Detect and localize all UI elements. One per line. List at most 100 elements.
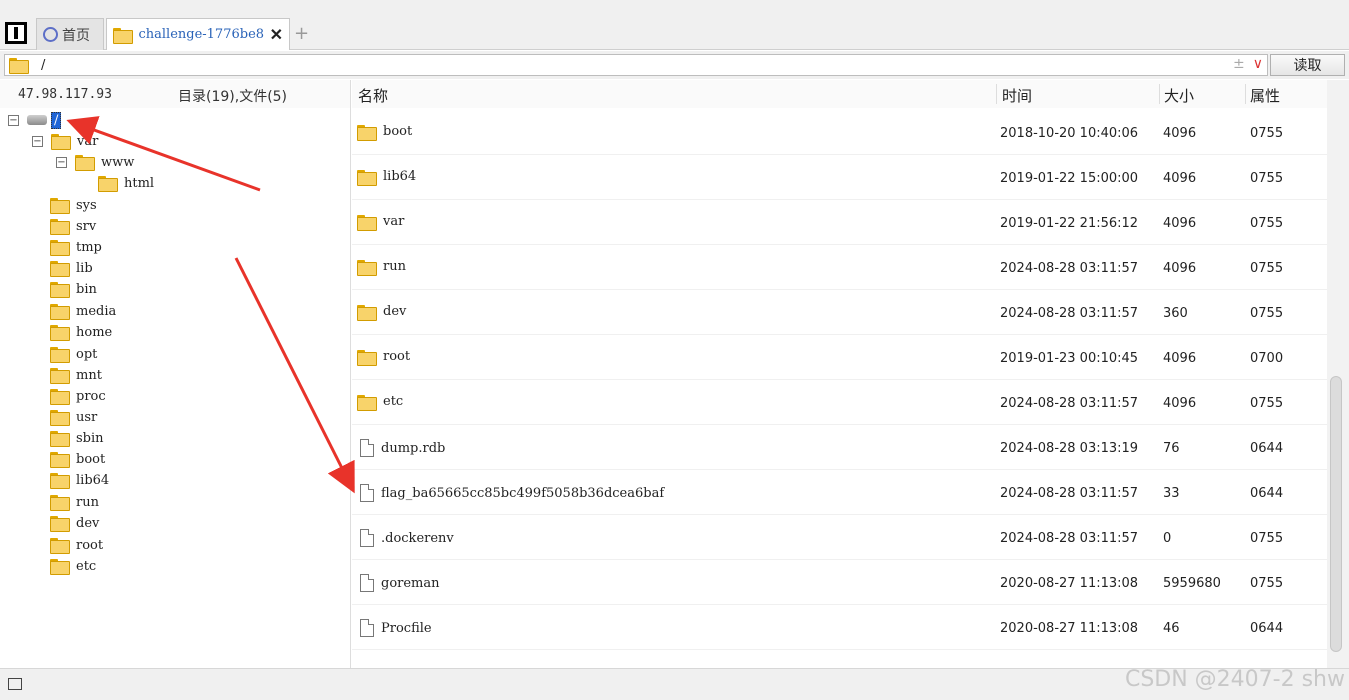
column-divider[interactable] [1245, 84, 1246, 104]
row-name-cell: goreman [357, 574, 440, 592]
tree-node-sbin[interactable]: sbin [50, 428, 104, 448]
tree-node-home[interactable]: home [50, 322, 112, 342]
tree-node-etc[interactable]: etc [50, 556, 96, 576]
dir-file-counts: 目录(19),文件(5) [178, 89, 288, 105]
tab-challenge[interactable]: challenge-1776be8. ✕ [106, 18, 290, 50]
row-name-cell: dev [357, 304, 407, 321]
tab-home-label: 首页 [62, 27, 90, 44]
row-name: run [383, 259, 406, 274]
folder-icon [50, 495, 70, 511]
row-name: goreman [381, 575, 440, 591]
collapse-icon[interactable]: − [32, 135, 43, 147]
row-name-cell: dump.rdb [357, 439, 445, 457]
tree-node-label: sys [76, 197, 97, 213]
tree-node-label: www [101, 154, 135, 170]
folder-icon [50, 473, 70, 489]
collapse-icon[interactable]: − [56, 156, 67, 168]
app-logo-icon[interactable] [5, 22, 27, 44]
tree-node-boot[interactable]: boot [50, 449, 105, 469]
table-row[interactable]: lib64 2019-01-22 15:00:00 4096 0755 [352, 156, 1327, 200]
tree-node-root[interactable]: − / [8, 110, 62, 130]
row-name-cell: .dockerenv [357, 529, 454, 547]
tree-node-www[interactable]: − www [56, 152, 134, 172]
path-dropdown[interactable]: ± ∨ [1233, 56, 1263, 72]
row-time: 2019-01-22 21:56:12 [1000, 216, 1139, 231]
tree-node-lib[interactable]: lib [50, 258, 93, 278]
row-time: 2024-08-28 03:13:19 [1000, 441, 1139, 456]
row-name: lib64 [383, 169, 417, 184]
table-row[interactable]: run 2024-08-28 03:11:57 4096 0755 [352, 246, 1327, 290]
row-time: 2024-08-28 03:11:57 [1000, 261, 1139, 276]
tree-node-root-dir[interactable]: root [50, 535, 103, 555]
row-size: 5959680 [1163, 576, 1221, 591]
add-tab-button[interactable]: + [294, 23, 309, 44]
row-attr: 0700 [1250, 351, 1284, 366]
table-row[interactable]: boot 2018-10-20 10:40:06 4096 0755 [352, 111, 1327, 155]
table-row[interactable]: etc 2024-08-28 03:11:57 4096 0755 [352, 381, 1327, 425]
row-size: 4096 [1163, 261, 1197, 276]
tab-home[interactable]: 首页 [36, 18, 104, 50]
row-size: 360 [1163, 306, 1188, 321]
tree-node-bin[interactable]: bin [50, 279, 97, 299]
row-name: dev [383, 304, 407, 319]
row-name: var [383, 214, 405, 229]
close-icon[interactable]: ✕ [270, 25, 283, 44]
row-time: 2024-08-28 03:11:57 [1000, 486, 1139, 501]
row-attr: 0644 [1250, 441, 1284, 456]
path-input[interactable]: / ± ∨ [4, 54, 1268, 76]
row-name: etc [383, 394, 404, 409]
row-name-cell: etc [357, 394, 404, 411]
table-row[interactable]: Procfile 2020-08-27 11:13:08 46 0644 [352, 606, 1327, 650]
row-time: 2019-01-23 00:10:45 [1000, 351, 1139, 366]
column-divider[interactable] [1159, 84, 1160, 104]
row-name: flag_ba65665cc85bc499f5058b36dcea6baf [381, 485, 665, 501]
file-icon [360, 484, 374, 502]
tree-node-media[interactable]: media [50, 301, 116, 321]
row-time: 2020-08-27 11:13:08 [1000, 576, 1139, 591]
home-icon [43, 27, 58, 42]
table-row[interactable]: dump.rdb 2024-08-28 03:13:19 76 0644 [352, 426, 1327, 470]
tree-node-sys[interactable]: sys [50, 195, 97, 215]
read-button[interactable]: 读取 [1270, 54, 1345, 76]
tree-node-lib64[interactable]: lib64 [50, 470, 109, 490]
table-row[interactable]: .dockerenv 2024-08-28 03:11:57 0 0755 [352, 516, 1327, 560]
row-name: root [383, 349, 411, 364]
tree-node-var[interactable]: − var [32, 131, 98, 151]
tree-node-html[interactable]: html [98, 173, 154, 193]
row-attr: 0755 [1250, 216, 1284, 231]
tree-node-tmp[interactable]: tmp [50, 237, 102, 257]
row-size: 4096 [1163, 216, 1197, 231]
table-row[interactable]: dev 2024-08-28 03:11:57 360 0755 [352, 291, 1327, 335]
tree-node-run[interactable]: run [50, 492, 99, 512]
tree-node-label: lib64 [76, 472, 110, 488]
folder-icon [357, 124, 377, 141]
column-divider[interactable] [996, 84, 997, 104]
tree-node-label: proc [76, 388, 106, 404]
column-header-time[interactable]: 时间 [1002, 85, 1032, 106]
table-row[interactable]: flag_ba65665cc85bc499f5058b36dcea6baf 20… [352, 471, 1327, 515]
table-row[interactable]: goreman 2020-08-27 11:13:08 5959680 0755 [352, 561, 1327, 605]
column-header-attr[interactable]: 属性 [1250, 85, 1280, 106]
row-size: 0 [1163, 531, 1172, 546]
tree-node-label: boot [76, 451, 106, 467]
column-header-name[interactable]: 名称 [358, 85, 388, 106]
tree-node-label: mnt [76, 367, 102, 383]
column-header-size[interactable]: 大小 [1164, 85, 1194, 106]
tree-node-opt[interactable]: opt [50, 344, 97, 364]
row-attr: 0755 [1250, 306, 1284, 321]
watermark: CSDN @2407-2 shw [1124, 667, 1345, 692]
row-attr: 0755 [1250, 531, 1284, 546]
tree-node-srv[interactable]: srv [50, 216, 96, 236]
tree-node-mnt[interactable]: mnt [50, 365, 102, 385]
tree-node-dev[interactable]: dev [50, 513, 99, 533]
tree-node-label: home [76, 324, 113, 340]
table-row[interactable]: root 2019-01-23 00:10:45 4096 0700 [352, 336, 1327, 380]
tree-node-proc[interactable]: proc [50, 386, 106, 406]
row-size: 4096 [1163, 396, 1197, 411]
tree-node-label: srv [76, 218, 97, 234]
row-time: 2024-08-28 03:11:57 [1000, 306, 1139, 321]
scrollbar-thumb[interactable] [1330, 376, 1342, 652]
tree-node-usr[interactable]: usr [50, 407, 97, 427]
table-row[interactable]: var 2019-01-22 21:56:12 4096 0755 [352, 201, 1327, 245]
collapse-icon[interactable]: − [8, 114, 19, 126]
